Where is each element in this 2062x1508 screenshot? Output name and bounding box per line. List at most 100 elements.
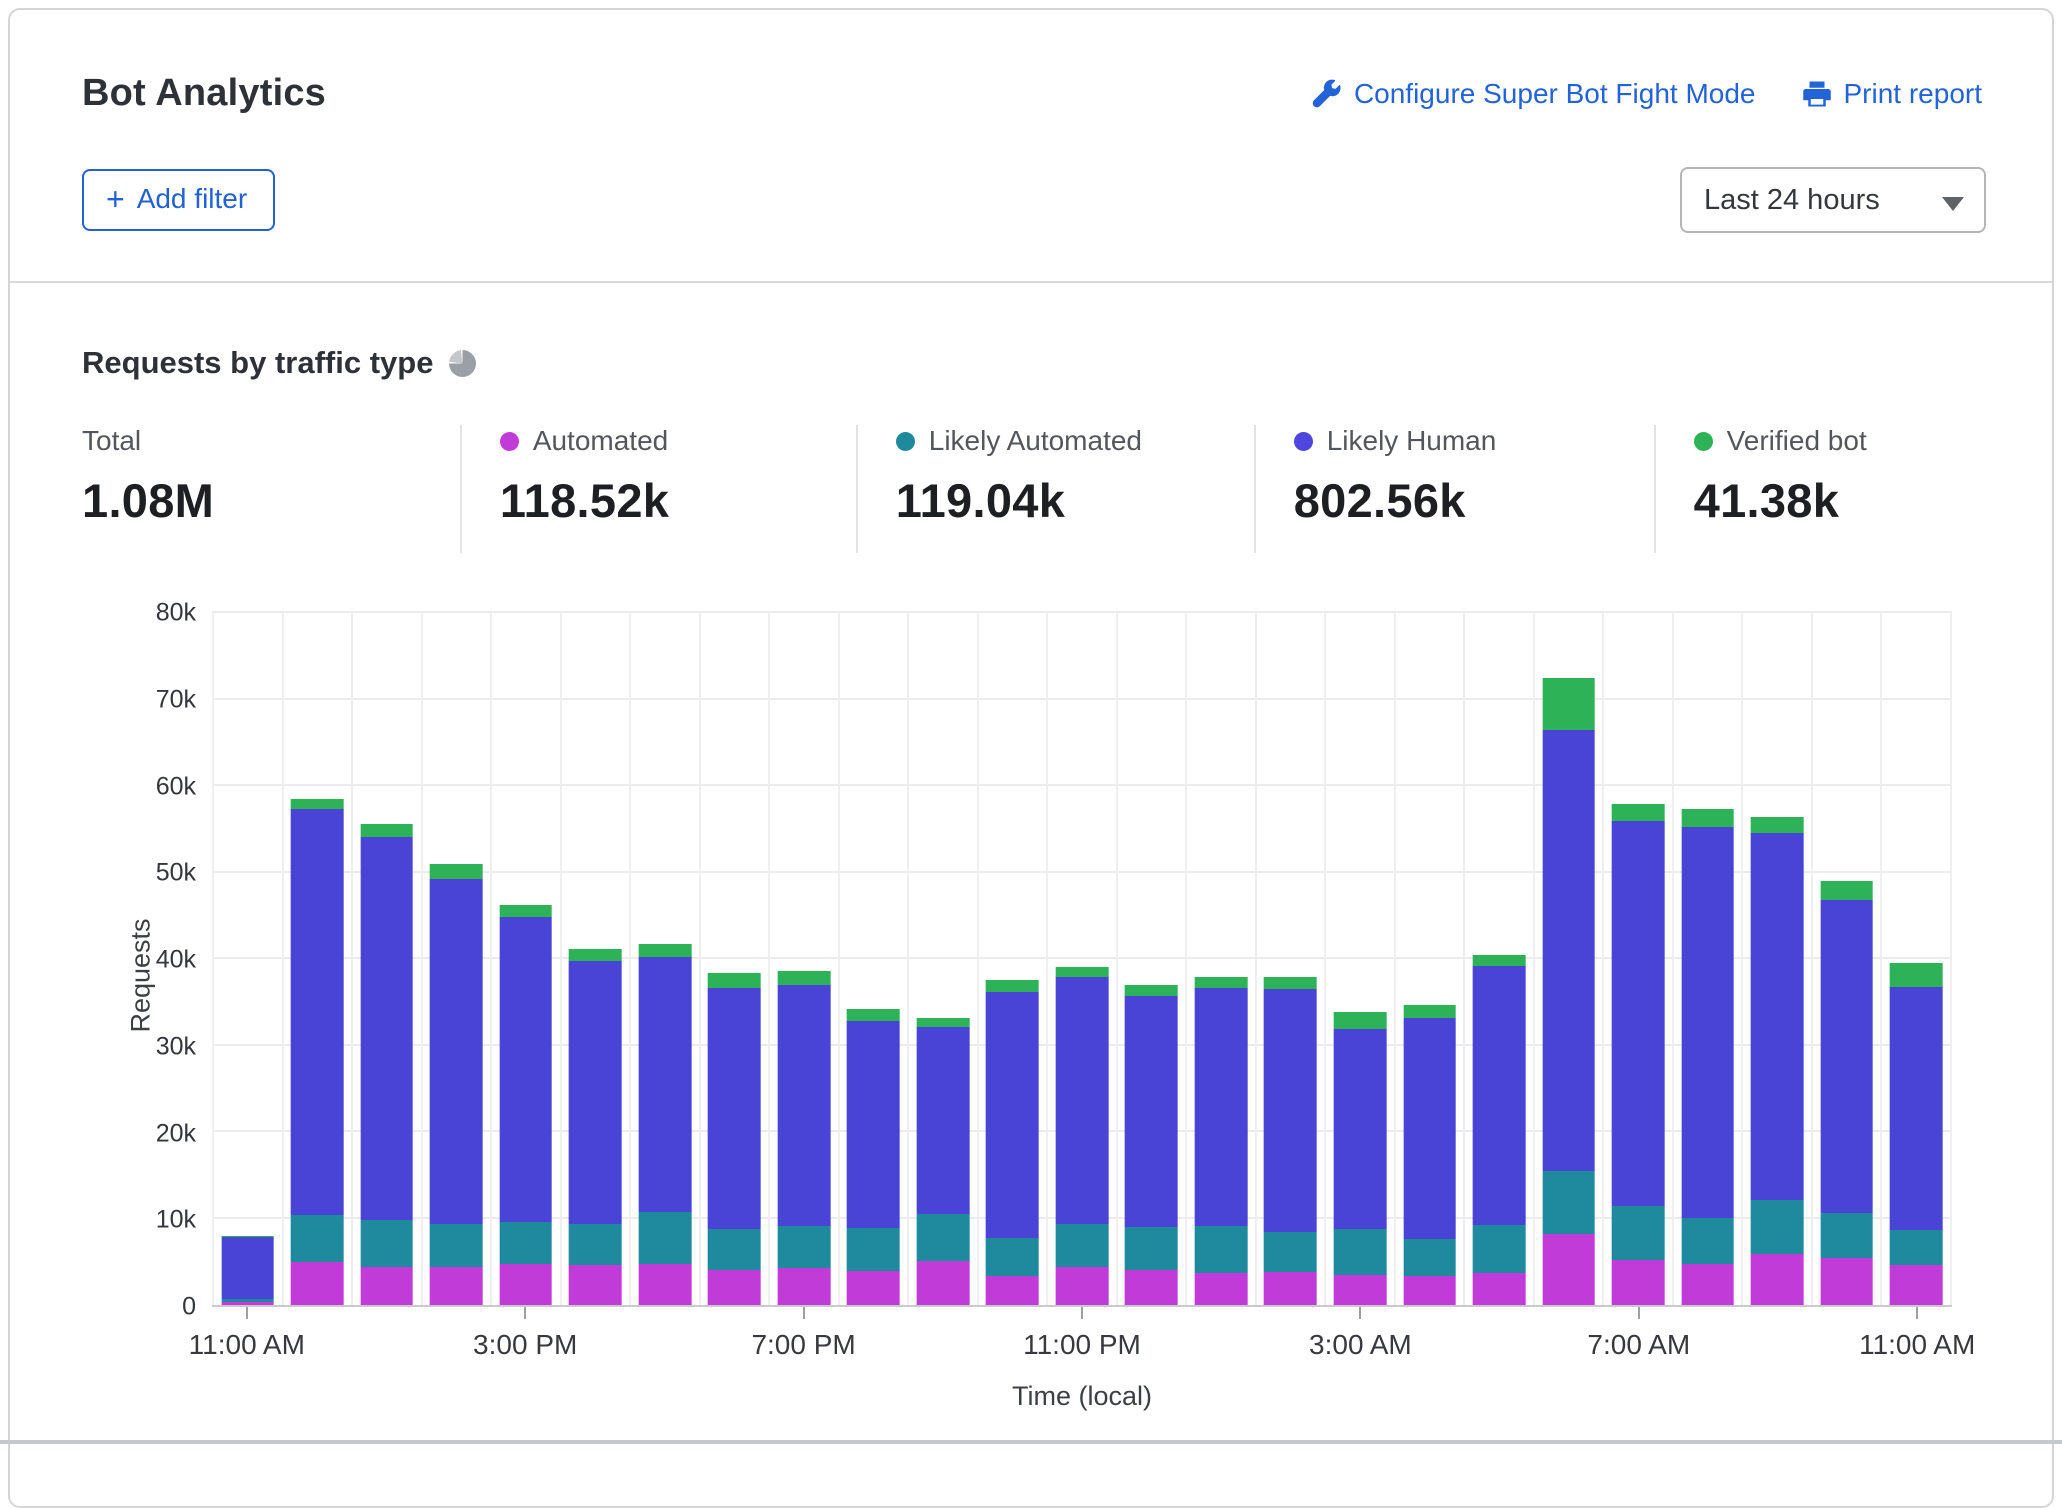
bar-slot[interactable] [1532, 613, 1603, 1305]
bar-slot[interactable] [559, 613, 630, 1305]
stacked-bar[interactable] [1889, 613, 1943, 1305]
stacked-bar[interactable] [847, 613, 900, 1305]
x-tick-label: 11:00 PM [1023, 1329, 1141, 1360]
segment-automated [1264, 1272, 1317, 1305]
stacked-bar[interactable] [708, 613, 761, 1305]
segment-likely-automated [499, 1221, 553, 1265]
bar-slot[interactable] [1810, 613, 1881, 1305]
stacked-bar[interactable] [221, 613, 275, 1305]
print-report-link[interactable]: Print report [1802, 78, 1982, 110]
stat-likely-human: Likely Human 802.56k [1253, 425, 1654, 553]
stacked-bar[interactable] [1264, 613, 1317, 1305]
bar-slot[interactable] [1741, 613, 1811, 1305]
bar-slot[interactable] [212, 613, 282, 1305]
segment-verified-bot [916, 1017, 970, 1028]
segment-verified-bot [1055, 966, 1109, 978]
x-axis: 11:00 AM 3:00 PM 7:00 PM 11:00 PM 3:00 AM 7:0… [189, 1307, 1975, 1417]
stacked-bar[interactable] [1333, 613, 1387, 1305]
segment-automated [499, 1264, 553, 1305]
x-tick-label: 7:00 AM [1587, 1329, 1691, 1360]
stacked-bar[interactable] [1472, 613, 1526, 1305]
segment-likely-automated [1194, 1226, 1248, 1273]
segment-verified-bot [638, 944, 692, 958]
likely-automated-dot-icon [895, 431, 915, 451]
bar-slot[interactable] [281, 613, 352, 1305]
segment-automated [429, 1266, 483, 1305]
stacked-bar[interactable] [777, 613, 831, 1305]
bar-slot[interactable] [420, 613, 491, 1305]
bar-slot[interactable] [629, 613, 699, 1305]
segment-likely-automated [777, 1226, 831, 1268]
plus-icon: + [106, 181, 125, 217]
stacked-bar[interactable] [1820, 613, 1873, 1305]
segment-automated [1542, 1234, 1595, 1305]
section-title: Requests by traffic type [82, 345, 434, 380]
bar-slot[interactable] [907, 613, 977, 1305]
x-tick-label: 7:00 PM [751, 1329, 856, 1360]
time-range-value: Last 24 hours [1704, 183, 1880, 216]
stacked-bar[interactable] [499, 613, 553, 1305]
segment-likely-automated [1055, 1223, 1109, 1267]
segment-likely-human [1750, 832, 1804, 1201]
time-range-select[interactable]: Last 24 hours [1680, 167, 1986, 233]
segment-automated [290, 1261, 344, 1305]
segment-likely-human [1542, 729, 1595, 1171]
bar-slot[interactable] [1115, 613, 1186, 1305]
bar-slot[interactable] [1880, 613, 1952, 1305]
bar-slot[interactable] [1046, 613, 1116, 1305]
stacked-bar[interactable] [1542, 613, 1595, 1305]
bar-slot[interactable] [490, 613, 560, 1305]
stat-likely-human-value: 802.56k [1293, 474, 1466, 527]
segment-likely-human [1055, 977, 1109, 1224]
stacked-bar[interactable] [1125, 613, 1178, 1305]
segment-automated [1194, 1273, 1248, 1305]
stacked-bar[interactable] [360, 613, 414, 1305]
configure-super-bot-fight-mode-link[interactable]: Configure Super Bot Fight Mode [1312, 78, 1756, 110]
add-filter-button[interactable]: + Add filter [82, 169, 276, 231]
stacked-bar[interactable] [290, 613, 344, 1305]
bar-slot[interactable] [1254, 613, 1325, 1305]
segment-automated [1333, 1274, 1387, 1305]
stacked-bar[interactable] [1750, 613, 1804, 1305]
filter-row: + Add filter Last 24 hours [10, 115, 2052, 233]
segment-verified-bot [1681, 809, 1734, 827]
stat-automated-label: Automated [532, 425, 669, 456]
stacked-bar[interactable] [1055, 613, 1109, 1305]
x-tick-label: 3:00 AM [1309, 1329, 1412, 1360]
stacked-bar[interactable] [1681, 613, 1734, 1305]
segment-likely-human [1403, 1017, 1456, 1240]
stat-total-value: 1.08M [82, 474, 215, 527]
bar-slot[interactable] [1463, 613, 1533, 1305]
stacked-bar[interactable] [569, 613, 622, 1305]
segment-likely-automated [708, 1228, 761, 1271]
bar-slot[interactable] [1671, 613, 1742, 1305]
segment-verified-bot [1333, 1011, 1387, 1030]
stat-likely-human-label: Likely Human [1326, 425, 1497, 456]
segment-likely-human [1889, 986, 1943, 1230]
bar-slot[interactable] [1185, 613, 1255, 1305]
bar-slot[interactable] [1602, 613, 1672, 1305]
segment-verified-bot [847, 1009, 900, 1022]
y-tick-labels: 0 10k 20k 30k 40k 50k 60k 70k 80k [126, 599, 212, 1321]
stacked-bar[interactable] [638, 613, 692, 1305]
segment-likely-human [1264, 989, 1317, 1233]
stacked-bar[interactable] [1403, 613, 1456, 1305]
bar-slot[interactable] [768, 613, 838, 1305]
stat-verified-bot: Verified bot 41.38k [1653, 425, 1982, 553]
stacked-bar[interactable] [986, 613, 1039, 1305]
bar-slots [212, 613, 1952, 1305]
pie-chart-icon [449, 349, 477, 377]
segment-likely-human [916, 1027, 970, 1215]
segment-automated [1611, 1260, 1665, 1305]
bar-slot[interactable] [698, 613, 769, 1305]
stacked-bar[interactable] [916, 613, 970, 1305]
stacked-bar[interactable] [1611, 613, 1665, 1305]
bar-slot[interactable] [837, 613, 908, 1305]
stacked-bar[interactable] [1194, 613, 1248, 1305]
bar-slot[interactable] [1393, 613, 1464, 1305]
bar-slot[interactable] [1324, 613, 1394, 1305]
stacked-bar[interactable] [429, 613, 483, 1305]
bar-slot[interactable] [976, 613, 1047, 1305]
segment-verified-bot [1472, 954, 1526, 966]
bar-slot[interactable] [351, 613, 421, 1305]
